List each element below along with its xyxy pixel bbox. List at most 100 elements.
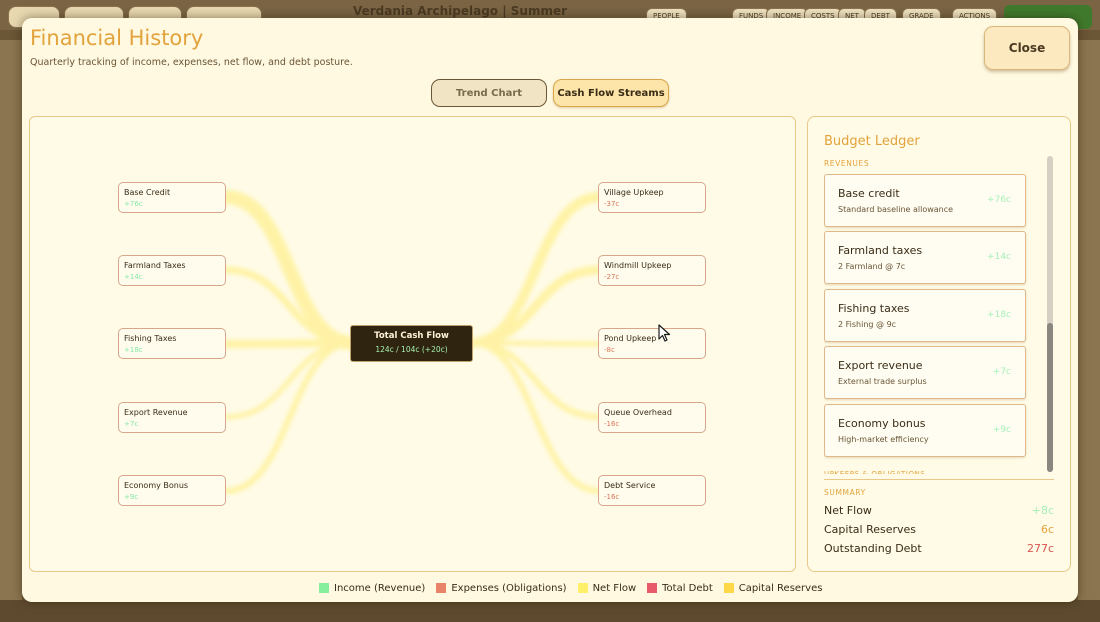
ledger-item-value: +7c	[992, 367, 1011, 377]
ledger-item-name: Base credit	[838, 187, 900, 200]
legend-swatch-net-flow	[577, 583, 588, 593]
node-name: Economy Bonus	[124, 481, 189, 490]
bg-right-panel	[1078, 40, 1100, 600]
legend-item-expenses: Expenses (Obligations)	[436, 582, 567, 594]
legend-label: Expenses (Obligations)	[451, 582, 567, 594]
legend-item-total-debt: Total Debt	[647, 583, 713, 594]
legend-item-capital-reserves: Capital Reserves	[723, 582, 823, 594]
summary-label: Net Flow	[824, 504, 872, 517]
close-button[interactable]: Close	[984, 26, 1070, 70]
total-cash-flow-node[interactable]: Total Cash Flow 124c / 104c (+20c)	[350, 325, 473, 362]
node-value: -16c	[604, 493, 620, 501]
node-value: +9c	[124, 493, 139, 501]
income-node-economy-bonus[interactable]: Economy Bonus +9c	[118, 475, 226, 506]
legend-swatch-total-debt	[647, 583, 658, 593]
obligations-section-label: UPKEEPS & OBLIGATIONS	[824, 470, 926, 474]
ledger-item-desc: High-market efficiency	[838, 435, 929, 444]
summary-label: Outstanding Debt	[824, 542, 922, 555]
bg-left-panel	[0, 40, 22, 600]
legend-label: Income (Revenue)	[334, 582, 426, 594]
ledger-item-export-revenue[interactable]: Export revenue External trade surplus +7…	[824, 346, 1026, 399]
summary-net-flow: Net Flow +8c	[824, 504, 1054, 517]
summary-capital-reserves: Capital Reserves 6c	[824, 523, 1054, 536]
legend-label: Net Flow	[592, 582, 637, 594]
summary-label: Capital Reserves	[824, 523, 917, 536]
ledger-item-desc: 2 Farmland @ 7c	[838, 262, 906, 271]
flow-queue-overhead	[469, 340, 603, 420]
node-name: Fishing Taxes	[124, 334, 177, 343]
bg-bottom-bar	[0, 600, 1100, 622]
node-name: Farmland Taxes	[124, 261, 186, 270]
financial-history-modal: Financial History Quarterly tracking of …	[22, 18, 1078, 602]
expense-node-pond-upkeep[interactable]: Pond Upkeep -8c	[598, 328, 706, 359]
legend-swatch-income	[319, 583, 329, 593]
ledger-title: Budget Ledger	[824, 134, 920, 149]
node-name: Debt Service	[604, 481, 656, 490]
legend-swatch-capital-reserves	[723, 583, 734, 593]
node-name: Windmill Upkeep	[604, 261, 672, 270]
modal-title: Financial History	[30, 26, 204, 50]
legend-item-income: Income (Revenue)	[319, 583, 425, 594]
income-node-farmland-taxes[interactable]: Farmland Taxes +14c	[118, 255, 226, 286]
budget-ledger-panel: Budget Ledger REVENUES Base credit Stand…	[807, 116, 1071, 572]
income-node-base-credit[interactable]: Base Credit +76c	[118, 182, 226, 213]
center-node-title: Total Cash Flow	[374, 331, 449, 341]
ledger-scrollbar[interactable]	[1047, 156, 1053, 472]
node-name: Base Credit	[124, 188, 171, 197]
tab-trend-chart[interactable]: Trend Chart	[431, 79, 547, 107]
ledger-item-name: Fishing taxes	[838, 302, 910, 315]
modal-subtitle: Quarterly tracking of income, expenses, …	[30, 57, 353, 68]
node-value: +7c	[124, 420, 139, 428]
node-value: -27c	[604, 273, 620, 281]
mouse-cursor-icon	[658, 324, 671, 342]
revenues-section-label: REVENUES	[824, 159, 870, 168]
node-value: -16c	[604, 420, 620, 428]
ledger-item-desc: 2 Fishing @ 9c	[838, 320, 897, 329]
background-island-title: Verdania Archipelago | Summer	[352, 4, 568, 18]
legend-label: Capital Reserves	[738, 582, 823, 594]
node-name: Village Upkeep	[604, 188, 664, 197]
node-value: +18c	[124, 346, 143, 354]
ledger-item-value: +14c	[987, 252, 1011, 262]
summary-value: +8c	[1031, 504, 1054, 517]
ledger-scrollbar-thumb[interactable]	[1047, 323, 1053, 472]
tab-cash-flow-streams[interactable]: Cash Flow Streams	[553, 79, 669, 107]
expense-node-windmill-upkeep[interactable]: Windmill Upkeep -27c	[598, 255, 706, 286]
ledger-item-desc: Standard baseline allowance	[838, 205, 954, 214]
node-name: Pond Upkeep	[604, 334, 657, 343]
node-value: -8c	[604, 346, 615, 354]
cash-flow-streams-panel: Base Credit +76c Farmland Taxes +14c Fis…	[29, 116, 796, 572]
ledger-item-base-credit[interactable]: Base credit Standard baseline allowance …	[824, 174, 1026, 227]
ledger-item-fishing-taxes[interactable]: Fishing taxes 2 Fishing @ 9c +18c	[824, 289, 1026, 342]
ledger-item-value: +9c	[992, 425, 1011, 435]
ledger-item-name: Farmland taxes	[838, 244, 923, 257]
ledger-item-economy-bonus[interactable]: Economy bonus High-market efficiency +9c	[824, 404, 1026, 457]
node-name: Queue Overhead	[604, 408, 672, 417]
legend: Income (Revenue) Expenses (Obligations) …	[319, 580, 833, 596]
summary-section-label: SUMMARY	[824, 488, 866, 497]
ledger-item-name: Export revenue	[838, 359, 923, 372]
income-node-export-revenue[interactable]: Export Revenue +7c	[118, 402, 226, 433]
ledger-item-desc: External trade surplus	[838, 377, 927, 386]
income-node-fishing-taxes[interactable]: Fishing Taxes +18c	[118, 328, 226, 359]
expense-node-queue-overhead[interactable]: Queue Overhead -16c	[598, 402, 706, 433]
ledger-item-farmland-taxes[interactable]: Farmland taxes 2 Farmland @ 7c +14c	[824, 231, 1026, 284]
expense-node-debt-service[interactable]: Debt Service -16c	[598, 475, 706, 506]
ledger-item-value: +76c	[987, 195, 1011, 205]
node-value: -37c	[604, 200, 620, 208]
legend-item-net-flow: Net Flow	[577, 582, 637, 594]
legend-swatch-expenses	[436, 583, 447, 593]
summary-outstanding-debt: Outstanding Debt 277c	[824, 542, 1054, 555]
node-value: +76c	[124, 200, 143, 208]
ledger-list[interactable]: Base credit Standard baseline allowance …	[824, 174, 1028, 474]
legend-label: Total Debt	[662, 582, 713, 594]
ledger-item-name: Economy bonus	[838, 417, 926, 430]
center-node-value: 124c / 104c (+20c)	[375, 345, 448, 354]
ledger-divider	[824, 479, 1054, 480]
ledger-item-value: +18c	[987, 310, 1011, 320]
summary-value: 6c	[1040, 523, 1054, 536]
expense-node-village-upkeep[interactable]: Village Upkeep -37c	[598, 182, 706, 213]
flow-export-revenue	[223, 340, 355, 420]
node-value: +14c	[124, 273, 143, 281]
summary-value: 277c	[1026, 542, 1054, 555]
